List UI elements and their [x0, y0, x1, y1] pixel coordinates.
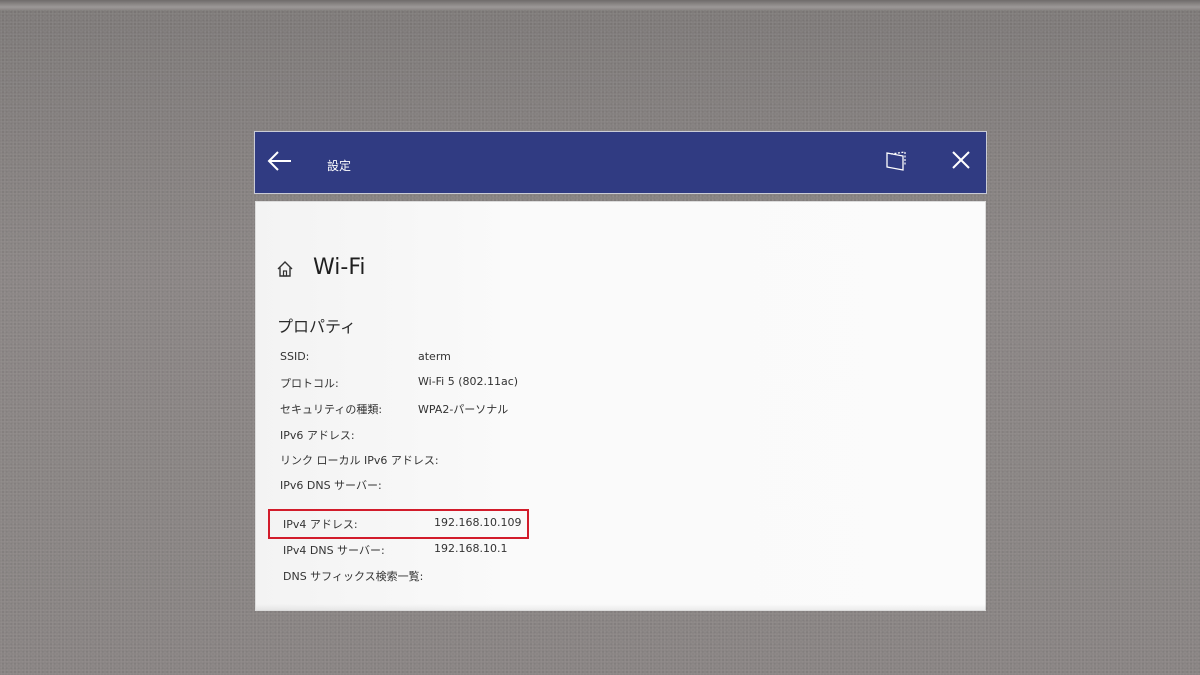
- property-value: 192.168.10.109: [434, 516, 522, 529]
- property-label: IPv6 アドレス:: [280, 429, 355, 442]
- page-title: Wi-Fi: [313, 255, 366, 280]
- property-label: SSID:: [280, 350, 310, 363]
- property-label: IPv4 DNS サーバー:: [283, 544, 385, 557]
- property-label: DNS サフィックス検索一覧:: [283, 570, 424, 583]
- property-row-ssid: SSID: aterm: [256, 347, 987, 369]
- property-row-dns-suffix: DNS サフィックス検索一覧:: [256, 565, 987, 587]
- window-title: 設定: [327, 159, 352, 173]
- title-bar: 設定: [254, 131, 987, 194]
- property-row-ipv6-dns: IPv6 DNS サーバー:: [256, 474, 987, 496]
- property-value: aterm: [418, 350, 451, 363]
- property-row-ipv4-dns: IPv4 DNS サーバー: 192.168.10.1: [256, 539, 987, 561]
- property-row-protocol: プロトコル: Wi-Fi 5 (802.11ac): [256, 372, 987, 394]
- close-icon: [952, 151, 970, 169]
- back-button[interactable]: [265, 146, 295, 176]
- property-value: Wi-Fi 5 (802.11ac): [418, 375, 519, 388]
- property-label: セキュリティの種類:: [280, 403, 383, 416]
- property-label: プロトコル:: [280, 377, 339, 390]
- tablet-mode-icon: [886, 151, 906, 171]
- property-value: WPA2-パーソナル: [418, 403, 509, 416]
- home-button[interactable]: [276, 260, 294, 278]
- settings-panel: Wi-Fi プロパティ SSID: aterm プロトコル: Wi-Fi 5 (…: [255, 201, 987, 611]
- property-row-ipv6-address: IPv6 アドレス:: [256, 424, 987, 446]
- property-row-security: セキュリティの種類: WPA2-パーソナル: [256, 398, 987, 420]
- panel-bottom-edge: [256, 604, 987, 610]
- property-row-ipv4-address: IPv4 アドレス: 192.168.10.109: [256, 513, 987, 535]
- monitor-frame-edge: [0, 0, 1200, 10]
- tablet-mode-button[interactable]: [883, 148, 909, 174]
- property-row-link-local-ipv6: リンク ローカル IPv6 アドレス:: [256, 449, 987, 471]
- property-label: リンク ローカル IPv6 アドレス:: [280, 454, 439, 467]
- back-arrow-icon: [267, 151, 291, 171]
- section-title: プロパティ: [277, 317, 357, 336]
- property-label: IPv4 アドレス:: [283, 518, 358, 531]
- property-value: 192.168.10.1: [434, 542, 508, 555]
- home-icon: [277, 261, 293, 277]
- property-label: IPv6 DNS サーバー:: [280, 479, 382, 492]
- close-button[interactable]: [947, 146, 975, 174]
